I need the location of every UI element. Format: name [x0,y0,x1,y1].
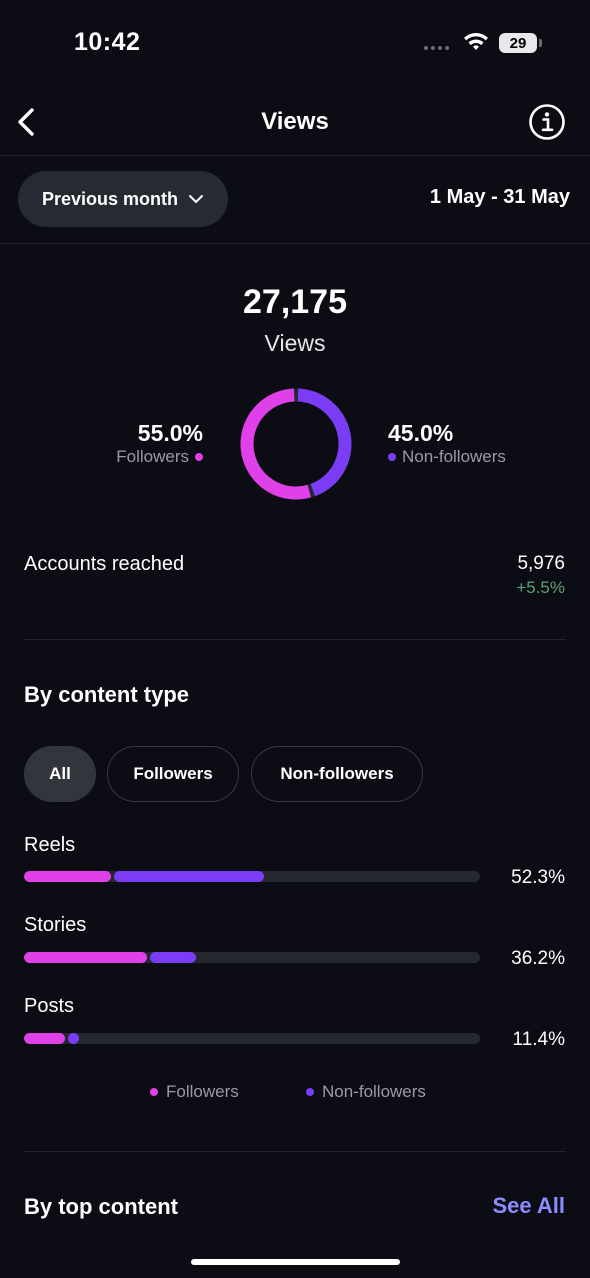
legend-followers-label: Followers [166,1082,239,1101]
views-label: Views [264,330,326,356]
followers-dot [195,453,203,461]
filter-chip-followers-label: Followers [133,764,213,783]
info-icon[interactable] [528,103,566,141]
filter-chip-non-followers-label: Non-followers [280,764,394,783]
date-range: 1 May - 31 May [429,186,570,208]
reels-percent: 52.3% [511,867,565,888]
status-time: 10:42 [74,28,141,56]
see-all-link[interactable]: See All [492,1193,565,1219]
legend-followers: Followers [150,1082,239,1102]
followers-label: Followers [116,447,189,466]
content-type-title: By content type [24,682,190,707]
legend-non-followers: Non-followers [306,1082,426,1102]
posts-label: Posts [24,995,75,1017]
wifi-icon [464,33,488,50]
posts-percent: 11.4% [512,1029,565,1050]
legend-non-followers-dot [306,1088,314,1096]
period-dropdown[interactable]: Previous month [18,171,228,227]
section-divider [24,639,566,640]
legend-followers-dot [150,1088,158,1096]
stories-non-followers-segment [150,952,196,963]
filter-chip-all[interactable]: All [24,746,96,802]
section-divider-2 [24,1151,566,1152]
header-divider [0,155,590,156]
period-divider [0,243,590,244]
battery-indicator: 29 [499,33,537,53]
filter-chip-non-followers[interactable]: Non-followers [251,746,423,802]
cellular-signal-icon [424,46,449,50]
non-followers-legend: Non-followers [388,447,506,467]
stories-percent: 36.2% [511,948,565,969]
accounts-reached-label: Accounts reached [24,553,185,575]
filter-chip-all-label: All [49,764,71,783]
non-followers-dot [388,453,396,461]
stories-bar [24,952,480,963]
page-title: Views [261,108,329,135]
stories-label: Stories [24,914,87,936]
posts-non-followers-segment [68,1033,80,1044]
views-total: 27,175 [243,283,347,321]
reels-non-followers-segment [113,871,265,882]
non-followers-percent: 45.0% [388,420,454,446]
accounts-reached-change: +5.5% [516,578,565,597]
accounts-reached-value: 5,976 [517,553,565,574]
non-followers-label: Non-followers [402,447,506,466]
posts-followers-segment [24,1033,66,1044]
followers-percent: 55.0% [137,420,203,446]
followers-summary: 55.0% Followers [116,420,203,467]
battery-nub [539,39,542,47]
reels-bar [24,871,480,882]
period-dropdown-label: Previous month [41,188,179,209]
posts-bar [24,1033,480,1044]
legend-non-followers-label: Non-followers [322,1082,426,1101]
battery-level: 29 [509,34,527,52]
reels-label: Reels [24,834,76,856]
non-followers-summary: 45.0% Non-followers [388,420,506,467]
stories-followers-segment [24,952,148,963]
home-indicator[interactable] [191,1259,400,1265]
top-content-title: By top content [24,1194,178,1219]
followers-donut-chart [240,388,352,500]
chevron-down-icon [189,195,204,203]
followers-legend: Followers [116,447,203,467]
reels-followers-segment [24,871,111,882]
filter-chip-followers[interactable]: Followers [107,746,239,802]
